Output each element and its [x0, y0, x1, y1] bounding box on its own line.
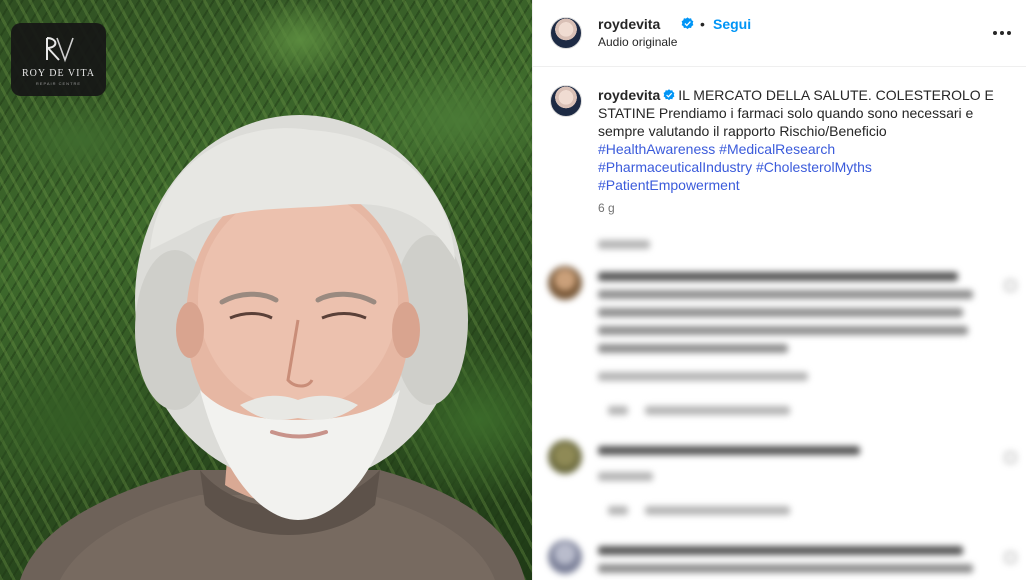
avatar[interactable] [550, 17, 582, 49]
caption-avatar[interactable] [550, 85, 582, 117]
comment-avatar [548, 440, 582, 474]
logo-text: ROY DE VITA [22, 67, 95, 79]
follow-button[interactable]: Segui [713, 16, 751, 32]
separator-dot: • [700, 16, 705, 32]
post-timestamp[interactable]: 6 g [598, 201, 615, 215]
hashtag-link[interactable]: #PharmaceuticalIndustry [598, 159, 752, 175]
hashtag-link[interactable]: #CholesterolMyths [756, 159, 872, 175]
comment-avatar [548, 540, 582, 574]
comments-section [533, 228, 1026, 580]
comment-avatar [548, 266, 582, 300]
hashtag-link[interactable]: #MedicalResearch [719, 141, 835, 157]
post-caption: roydevita IL MERCATO DELLA SALUTE. COLEST… [598, 86, 1008, 194]
brand-logo: ROY DE VITA REPAIR CENTRE [11, 23, 106, 96]
verified-badge-icon [663, 89, 675, 101]
post-side-panel: roydevita • Segui Audio originale roydev… [532, 0, 1026, 580]
hashtag-link[interactable]: #PatientEmpowerment [598, 177, 740, 193]
logo-monogram-icon [45, 36, 74, 62]
post-media[interactable]: ROY DE VITA REPAIR CENTRE [0, 0, 532, 580]
author-username[interactable]: roydevita [598, 16, 660, 32]
logo-subtitle: REPAIR CENTRE [35, 80, 82, 86]
like-icon [1005, 452, 1016, 463]
like-icon [1005, 280, 1016, 291]
like-icon [1005, 552, 1016, 563]
audio-label[interactable]: Audio originale [598, 35, 677, 49]
caption-username[interactable]: roydevita [598, 87, 660, 103]
hashtag-list: #HealthAwareness #MedicalResearch #Pharm… [598, 140, 1008, 194]
verified-badge-icon [681, 17, 694, 30]
post-header: roydevita • Segui Audio originale [533, 0, 1026, 67]
hashtag-link[interactable]: #HealthAwareness [598, 141, 715, 157]
more-options-icon[interactable] [991, 22, 1013, 44]
